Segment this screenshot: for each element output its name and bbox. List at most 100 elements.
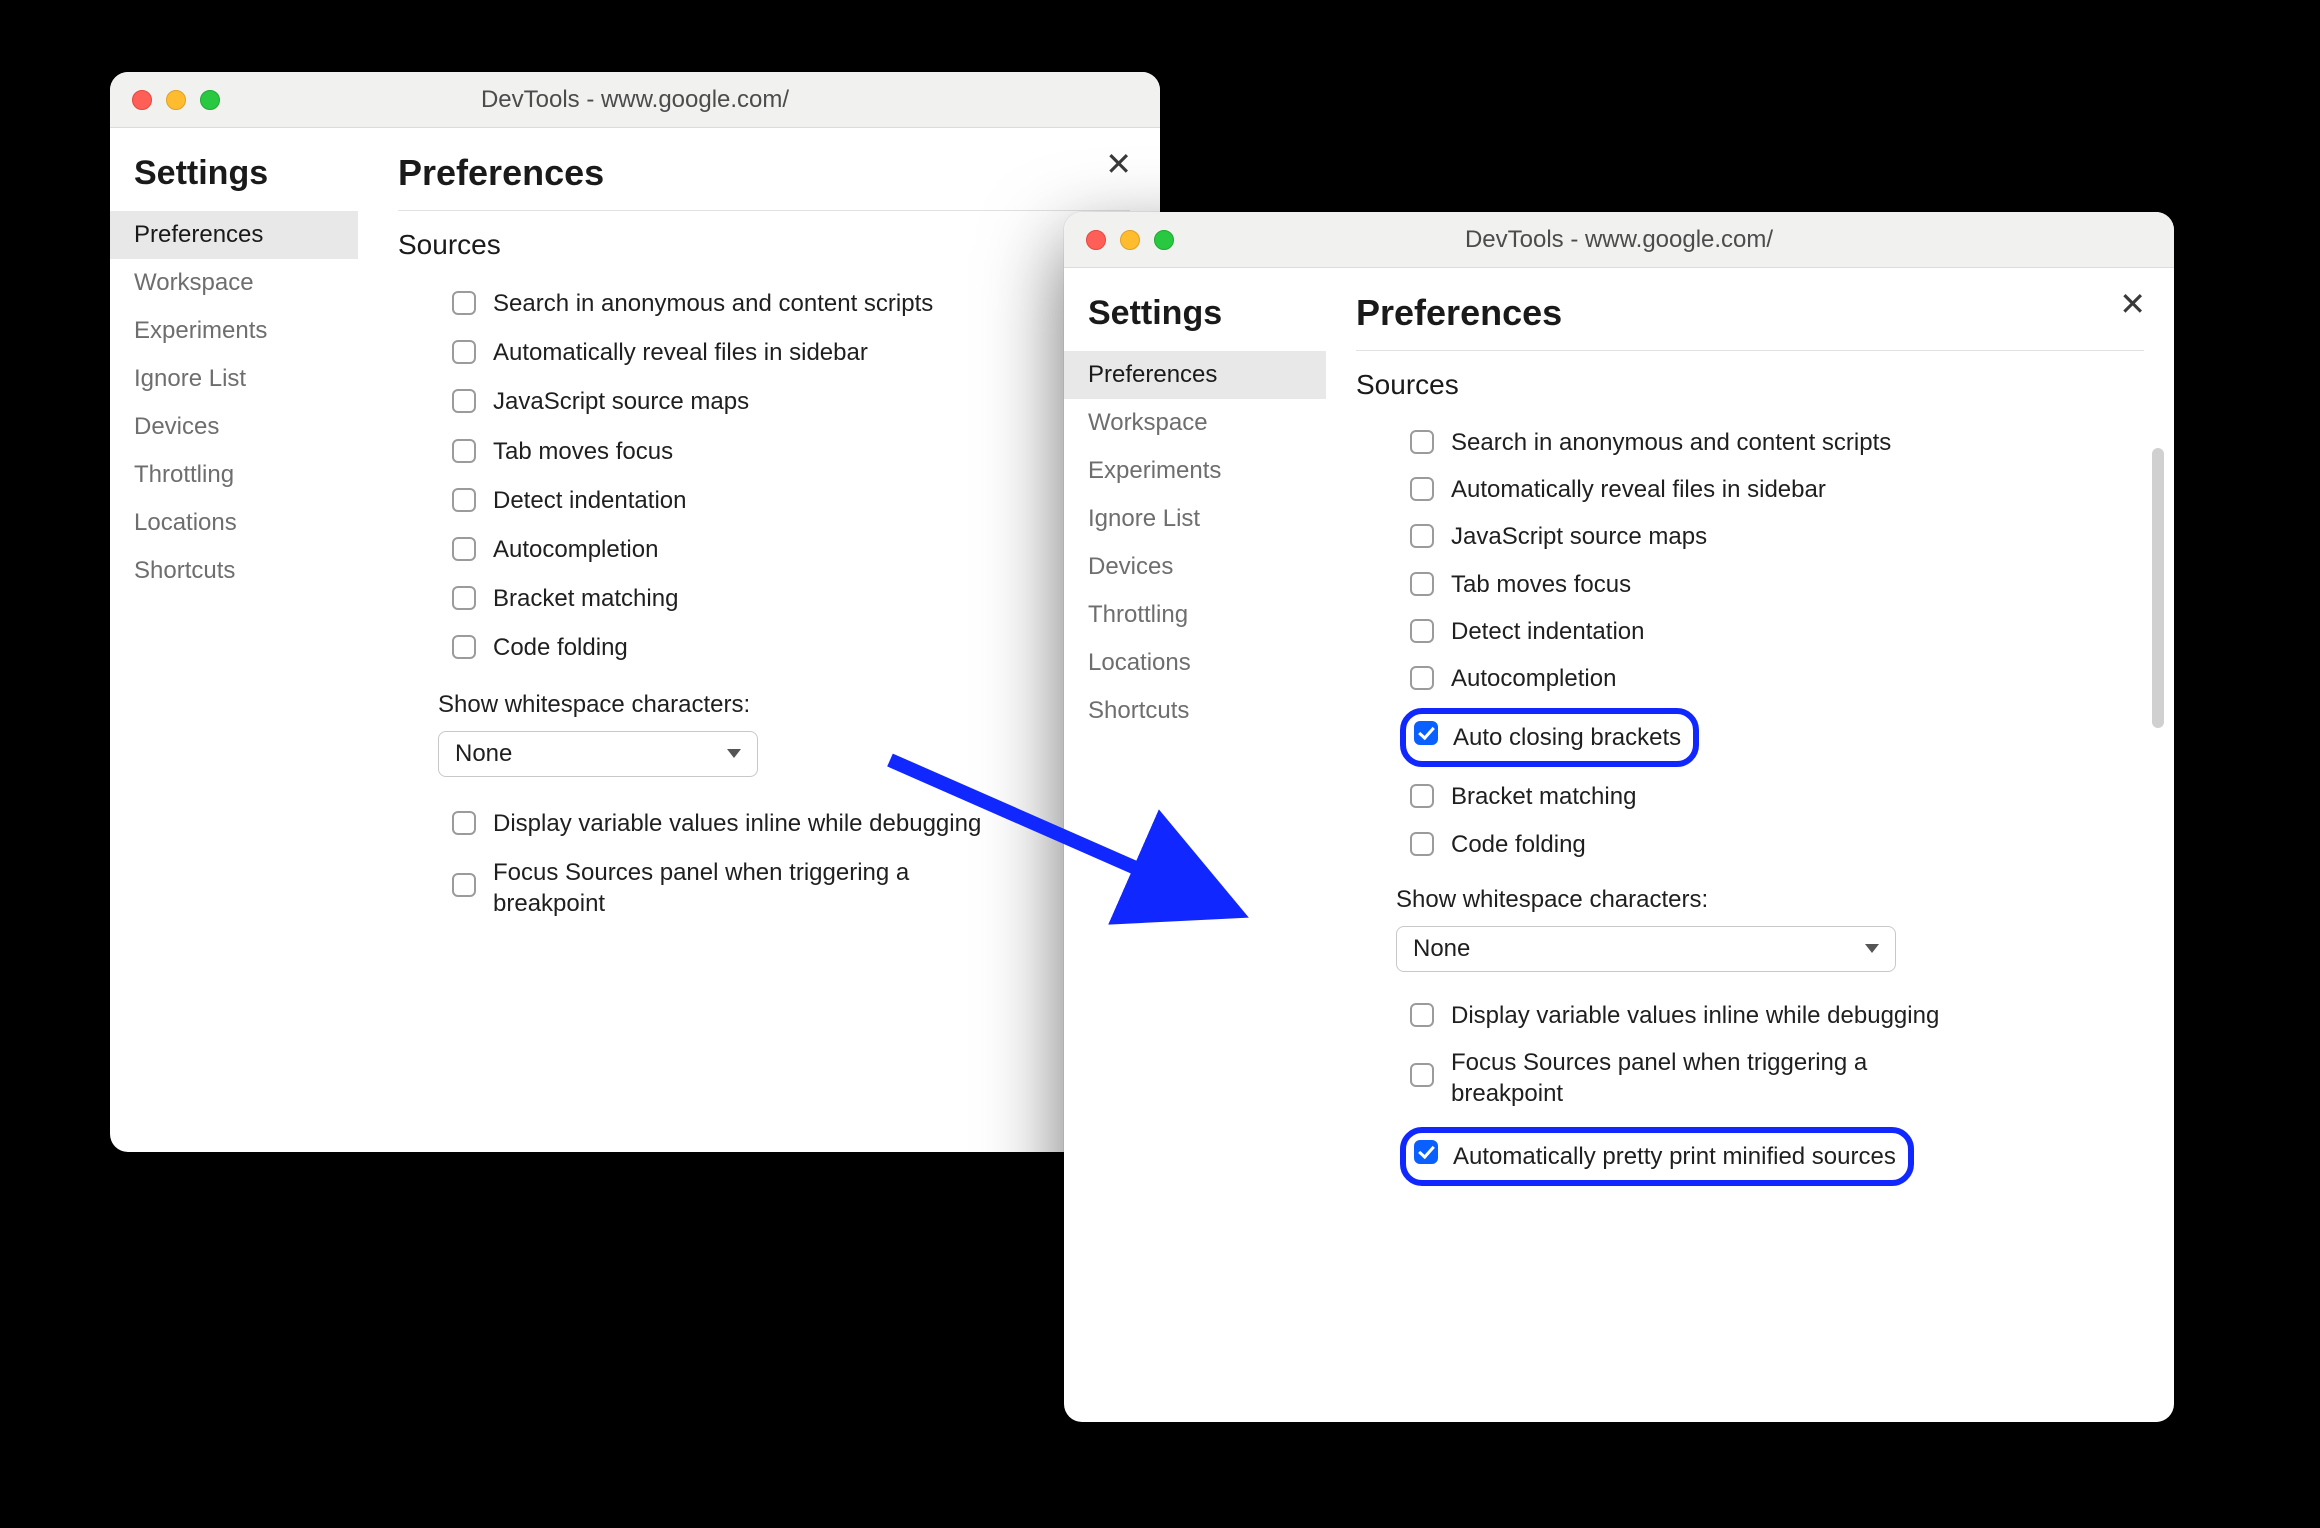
option-autocompletion[interactable]: Autocompletion [1406,655,2144,702]
whitespace-select[interactable]: None [438,731,758,777]
sidebar-item-shortcuts[interactable]: Shortcuts [1064,687,1326,735]
option-js-sourcemaps[interactable]: JavaScript source maps [448,377,1130,426]
divider [1356,350,2144,351]
option-tab-moves-focus[interactable]: Tab moves focus [1406,561,2144,608]
checkbox[interactable] [452,291,476,315]
sidebar-item-ignore-list[interactable]: Ignore List [1064,495,1326,543]
option-js-sourcemaps[interactable]: JavaScript source maps [1406,513,2144,560]
option-detect-indent[interactable]: Detect indentation [448,476,1130,525]
option-auto-closing-brackets[interactable]: Auto closing brackets [1400,708,2144,767]
maximize-window-icon[interactable] [1154,230,1174,250]
select-value: None [455,740,512,768]
panel-heading: Preferences [398,152,1130,194]
checkbox[interactable] [1410,430,1434,454]
sidebar-item-throttling[interactable]: Throttling [110,451,358,499]
checkbox[interactable] [452,488,476,512]
titlebar[interactable]: DevTools - www.google.com/ [1064,212,2174,268]
option-tab-moves-focus[interactable]: Tab moves focus [448,427,1130,476]
checkbox[interactable] [1410,832,1434,856]
option-label: Automatically reveal files in sidebar [493,337,868,368]
chevron-down-icon [727,749,741,758]
whitespace-select[interactable]: None [1396,926,1896,972]
checkbox[interactable] [1410,666,1434,690]
checkbox[interactable] [1414,1140,1438,1164]
whitespace-label: Show whitespace characters: [1396,886,2144,914]
window-title: DevTools - www.google.com/ [110,86,1160,114]
option-label: Focus Sources panel when triggering a br… [493,857,1013,919]
option-inline-values[interactable]: Display variable values inline while deb… [1406,992,2144,1039]
checkbox[interactable] [1414,721,1438,745]
option-label: Code folding [493,632,628,663]
option-search-anon[interactable]: Search in anonymous and content scripts [448,279,1130,328]
checkbox[interactable] [452,873,476,897]
option-detect-indent[interactable]: Detect indentation [1406,608,2144,655]
option-bracket-matching[interactable]: Bracket matching [1406,773,2144,820]
option-code-folding[interactable]: Code folding [448,623,1130,672]
sidebar-item-locations[interactable]: Locations [110,499,358,547]
option-inline-values[interactable]: Display variable values inline while deb… [448,799,1130,848]
option-label: Bracket matching [493,583,678,614]
sidebar-item-shortcuts[interactable]: Shortcuts [110,547,358,595]
sidebar-item-experiments[interactable]: Experiments [1064,447,1326,495]
option-label: Autocompletion [1451,663,1616,694]
close-window-icon[interactable] [1086,230,1106,250]
checkbox[interactable] [452,811,476,835]
checkbox[interactable] [452,439,476,463]
option-label: Tab moves focus [493,436,673,467]
traffic-lights [1064,230,1174,250]
minimize-window-icon[interactable] [1120,230,1140,250]
checkbox[interactable] [1410,477,1434,501]
checkbox[interactable] [1410,572,1434,596]
option-bracket-matching[interactable]: Bracket matching [448,574,1130,623]
devtools-window-after: DevTools - www.google.com/ ✕ Settings Pr… [1064,212,2174,1422]
checkbox[interactable] [452,586,476,610]
checkbox[interactable] [1410,1063,1434,1087]
sidebar-item-locations[interactable]: Locations [1064,639,1326,687]
preferences-panel: Preferences Sources Search in anonymous … [358,128,1160,1152]
option-label: Tab moves focus [1451,569,1631,600]
checkbox[interactable] [1410,784,1434,808]
close-window-icon[interactable] [132,90,152,110]
highlight-box: Auto closing brackets [1400,708,1699,767]
sidebar-item-preferences[interactable]: Preferences [110,211,358,259]
select-value: None [1413,935,1470,963]
option-label: Automatically reveal files in sidebar [1451,474,1826,505]
option-focus-sources[interactable]: Focus Sources panel when triggering a br… [1406,1039,2144,1117]
option-reveal-files[interactable]: Automatically reveal files in sidebar [1406,466,2144,513]
titlebar[interactable]: DevTools - www.google.com/ [110,72,1160,128]
divider [398,210,1130,211]
option-code-folding[interactable]: Code folding [1406,821,2144,868]
minimize-window-icon[interactable] [166,90,186,110]
option-label: Search in anonymous and content scripts [493,288,933,319]
option-auto-pretty-print[interactable]: Automatically pretty print minified sour… [1400,1127,2144,1186]
sidebar-item-devices[interactable]: Devices [1064,543,1326,591]
sidebar-item-workspace[interactable]: Workspace [1064,399,1326,447]
option-focus-sources[interactable]: Focus Sources panel when triggering a br… [448,848,1130,928]
option-label: Detect indentation [493,485,686,516]
sidebar-item-devices[interactable]: Devices [110,403,358,451]
checkbox[interactable] [1410,619,1434,643]
checkbox[interactable] [1410,524,1434,548]
option-label: Detect indentation [1451,616,1644,647]
option-autocompletion[interactable]: Autocompletion [448,525,1130,574]
checkbox[interactable] [452,389,476,413]
sidebar-item-preferences[interactable]: Preferences [1064,351,1326,399]
devtools-window-before: DevTools - www.google.com/ ✕ Settings Pr… [110,72,1160,1152]
sidebar-item-workspace[interactable]: Workspace [110,259,358,307]
checkbox[interactable] [452,537,476,561]
option-label: Focus Sources panel when triggering a br… [1451,1047,1971,1109]
option-search-anon[interactable]: Search in anonymous and content scripts [1406,419,2144,466]
option-label: Search in anonymous and content scripts [1451,427,1891,458]
sidebar-item-experiments[interactable]: Experiments [110,307,358,355]
option-label: Code folding [1451,829,1586,860]
window-title: DevTools - www.google.com/ [1064,226,2174,254]
traffic-lights [110,90,220,110]
checkbox[interactable] [1410,1003,1434,1027]
sidebar-item-ignore-list[interactable]: Ignore List [110,355,358,403]
sidebar-item-throttling[interactable]: Throttling [1064,591,1326,639]
checkbox[interactable] [452,635,476,659]
option-reveal-files[interactable]: Automatically reveal files in sidebar [448,328,1130,377]
option-label: Autocompletion [493,534,658,565]
checkbox[interactable] [452,340,476,364]
maximize-window-icon[interactable] [200,90,220,110]
